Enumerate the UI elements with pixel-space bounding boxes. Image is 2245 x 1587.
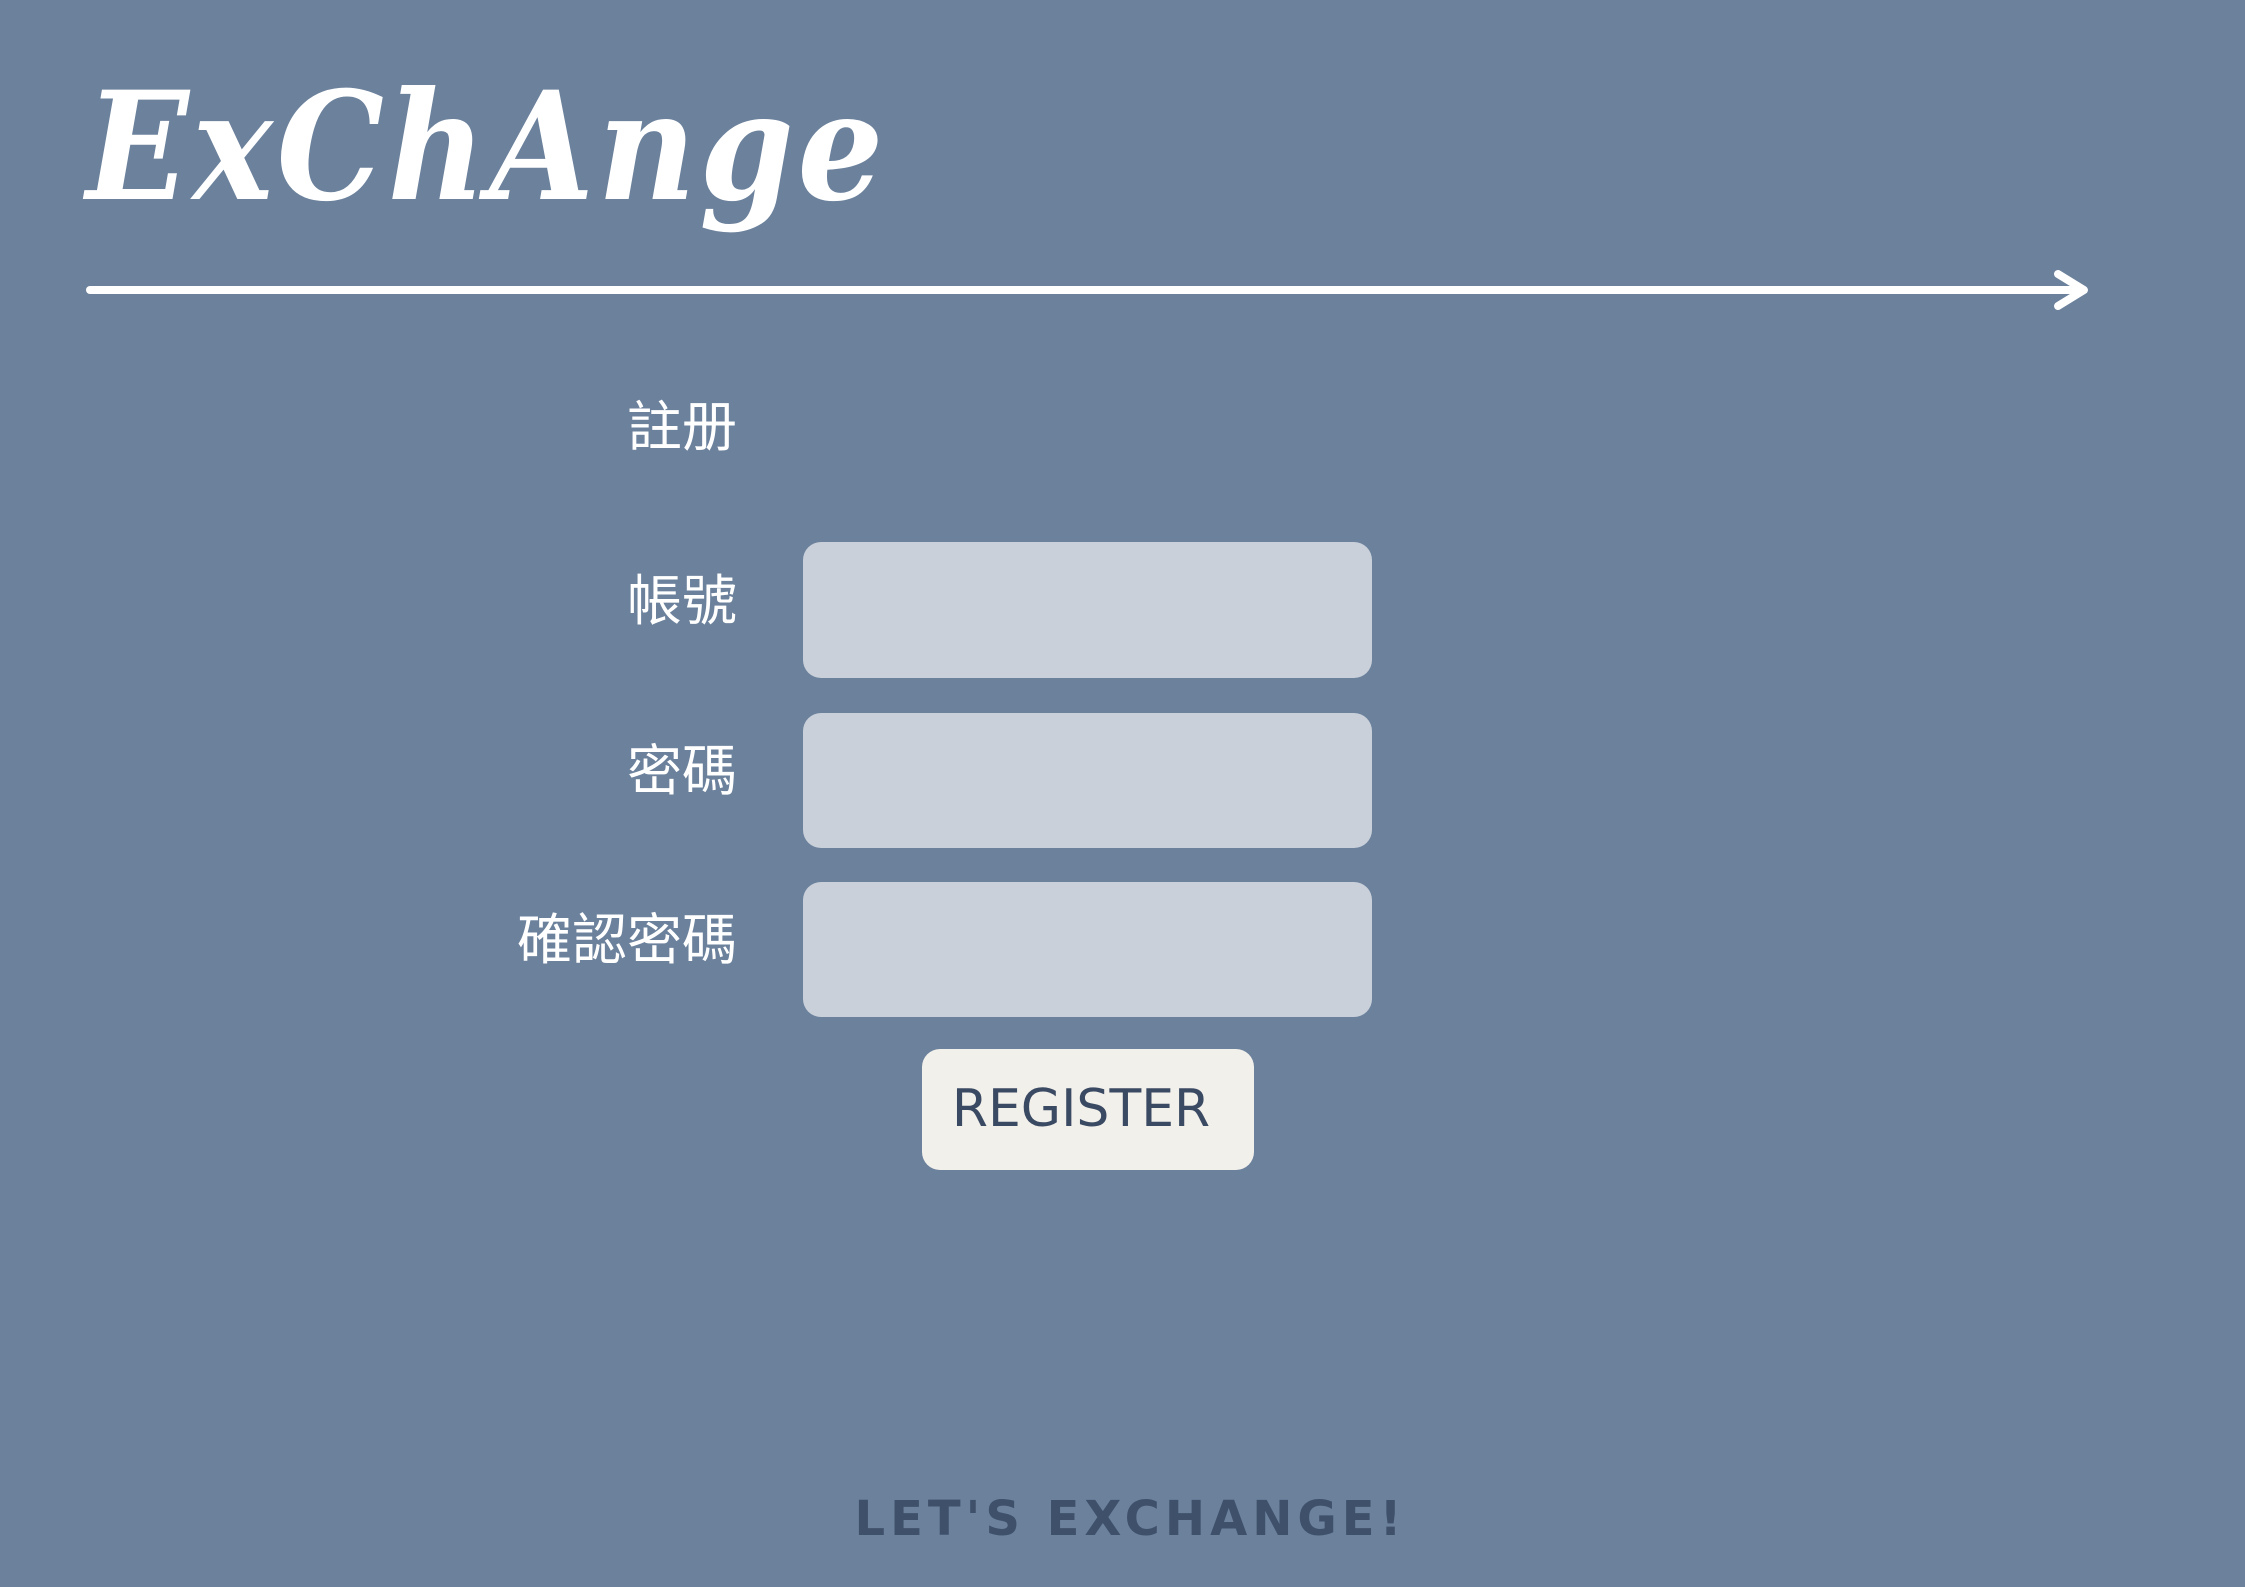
form-title: 註册 — [626, 395, 737, 459]
account-field-label: 帳號 — [626, 569, 737, 633]
register-button[interactable]: REGISTER — [922, 1049, 1254, 1170]
account-input[interactable] — [803, 542, 1372, 678]
footer-tagline: LET'S EXCHANGE! — [854, 1491, 1407, 1547]
app-logo: ExChAnge — [86, 59, 887, 235]
password-field-label: 密碼 — [626, 739, 737, 803]
confirm-password-input[interactable] — [803, 882, 1372, 1017]
arrow-right-icon — [86, 270, 2088, 310]
confirm-password-field-label: 確認密碼 — [516, 908, 737, 972]
password-input[interactable] — [803, 713, 1372, 848]
